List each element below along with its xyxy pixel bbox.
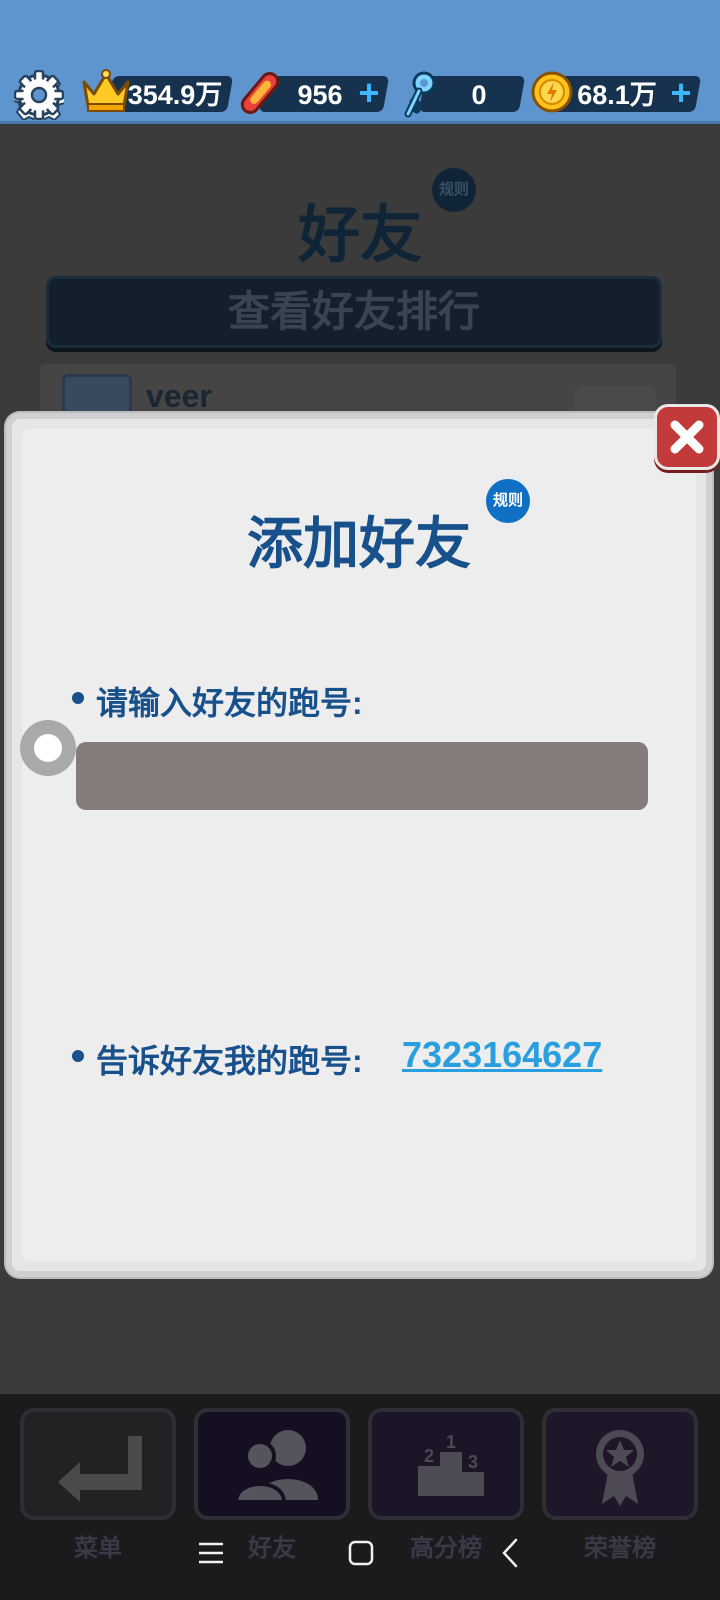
input-friend-id-label: 请输入好友的跑号: — [96, 685, 363, 721]
view-friends-ranking-button: 查看好友排行 — [46, 276, 662, 348]
add-coins-button[interactable]: + — [666, 75, 696, 111]
hoverboard-icon — [240, 72, 280, 114]
close-icon — [670, 420, 704, 454]
my-runner-id-link[interactable]: 7323164627 — [402, 1034, 602, 1076]
home-icon[interactable] — [346, 1538, 376, 1568]
gear-icon[interactable] — [14, 70, 64, 120]
crowns-value: 354.9万 — [127, 80, 223, 110]
friend-id-input[interactable] — [76, 742, 648, 810]
menu-icon[interactable] — [196, 1540, 226, 1566]
add-friend-dialog: 添加好友 规则 — [6, 413, 712, 1277]
svg-text:2: 2 — [424, 1446, 434, 1466]
rules-button[interactable]: 规则 — [486, 479, 530, 523]
touch-indicator-dot — [34, 734, 62, 762]
dialog-body: 添加好友 规则 — [22, 429, 696, 1261]
friends-page-title: 好友 — [297, 201, 422, 270]
share-id-label: 告诉好友我的跑号: — [96, 1043, 363, 1079]
back-icon[interactable] — [498, 1536, 522, 1570]
bullet-icon — [72, 692, 84, 704]
dialog-title: 添加好友 — [247, 512, 471, 575]
add-boards-button[interactable]: + — [354, 75, 384, 111]
key-icon — [404, 71, 436, 118]
close-button[interactable] — [654, 404, 720, 470]
friends-rules-badge: 规则 — [432, 168, 476, 212]
svg-text:3: 3 — [468, 1452, 478, 1472]
svg-text:1: 1 — [446, 1432, 456, 1452]
coin-icon — [531, 71, 573, 113]
friend-name: veer — [146, 378, 212, 414]
bullet-icon — [72, 1050, 84, 1062]
keys-value: 0 — [471, 80, 487, 110]
coins-value: 68.1万 — [577, 80, 657, 110]
boards-value: 956 — [297, 80, 343, 110]
